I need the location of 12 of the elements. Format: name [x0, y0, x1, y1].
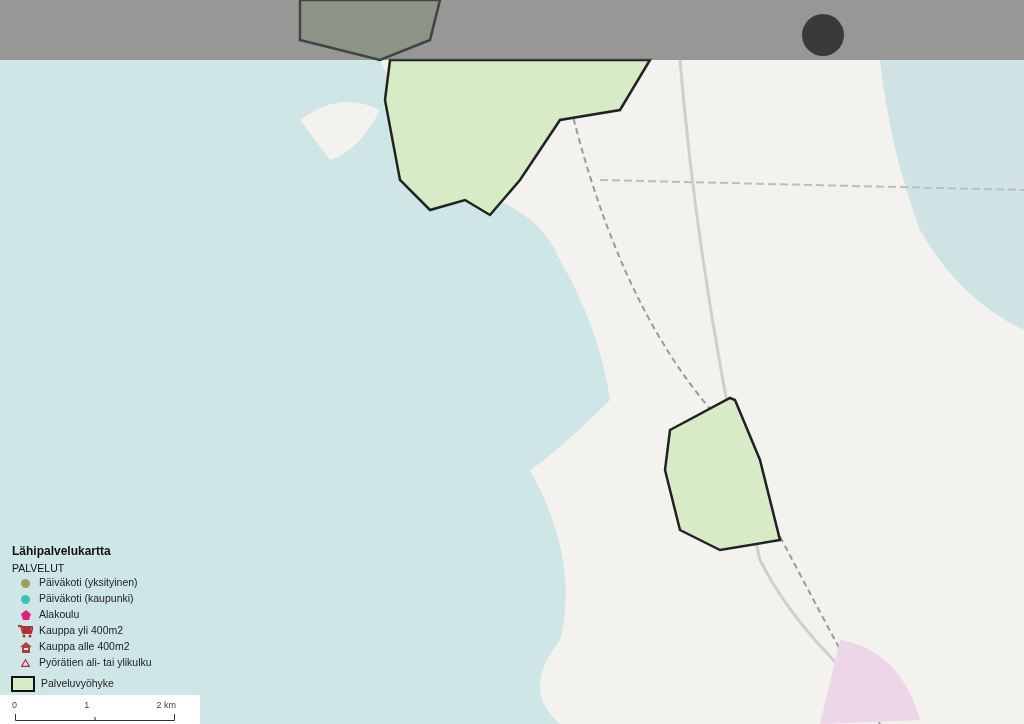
legend-label: Päiväkoti (yksityinen) [39, 575, 138, 591]
legend-label: Palveluvyöhyke [41, 676, 114, 692]
scale-label: 1 [84, 700, 90, 711]
scale-label: 0 [12, 700, 17, 711]
scale-label: 2 km [156, 700, 176, 711]
legend-label: Alakoulu [39, 607, 80, 623]
legend-label: Pyörätien ali- tai ylikulku [39, 655, 152, 671]
legend-label: Kauppa yli 400m2 [39, 623, 124, 639]
legend-label: Päiväkoti (kaupunki) [39, 591, 134, 607]
legend-title: Lähipalvelukartta [12, 544, 112, 559]
legend-group-label: PALVELUT [12, 561, 66, 575]
legend-label: Kauppa alle 400m2 [39, 639, 130, 655]
